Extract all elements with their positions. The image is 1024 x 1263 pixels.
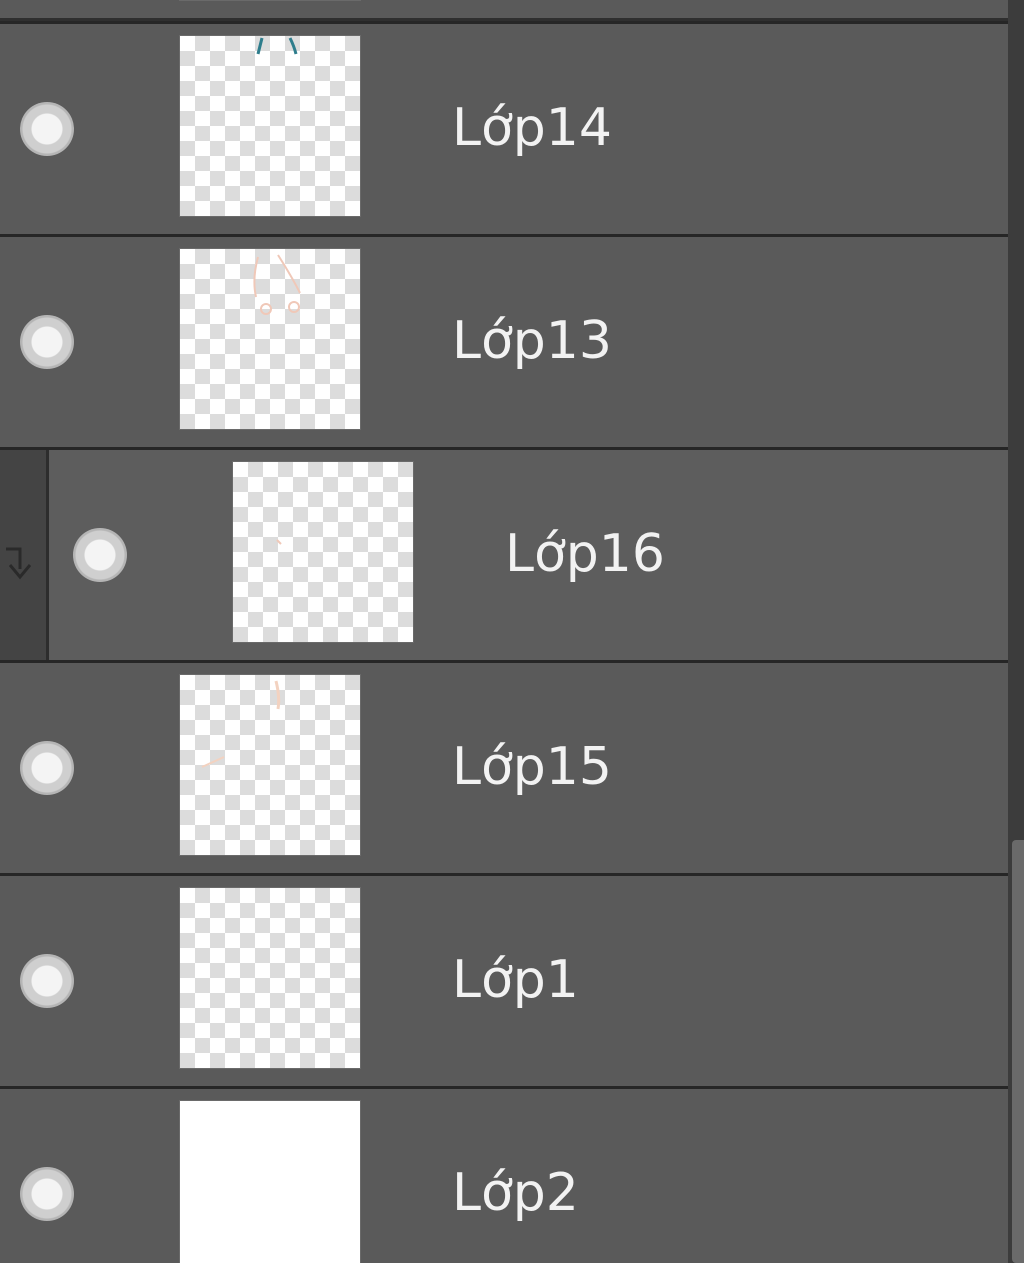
layer-row-16[interactable]: Lớp16	[0, 450, 1008, 660]
eye-icon[interactable]	[20, 1167, 74, 1221]
layer-thumbnail	[233, 462, 413, 642]
layer-name: Lớp1	[452, 950, 579, 1010]
thumbnail-sketch	[253, 254, 301, 315]
layer-row-1[interactable]: Lớp1	[0, 876, 1008, 1086]
layer-row-partial[interactable]	[0, 0, 1008, 18]
layer-thumbnail	[180, 1101, 360, 1263]
layer-row-15[interactable]: Lớp15	[0, 663, 1008, 873]
thumbnail-sketch	[201, 680, 281, 768]
eye-icon[interactable]	[73, 528, 127, 582]
layer-name: Lớp13	[452, 311, 612, 371]
layer-name: Lớp2	[452, 1163, 579, 1223]
layer-name: Lớp14	[452, 98, 612, 158]
layer-row-2[interactable]: Lớp2	[0, 1089, 1008, 1263]
eye-icon[interactable]	[20, 954, 74, 1008]
layer-list: Lớp14 Lớp13 Lớp16 Lớp15 Lớp1 Lớp2	[0, 0, 1008, 1263]
thumbnail-sketch	[256, 37, 298, 55]
layer-row-13[interactable]: Lớp13	[0, 237, 1008, 447]
eye-icon[interactable]	[20, 102, 74, 156]
layer-name: Lớp16	[505, 524, 665, 584]
eye-icon[interactable]	[20, 315, 74, 369]
eye-icon[interactable]	[20, 741, 74, 795]
clipping-arrow-icon	[6, 547, 32, 580]
layer-row-14[interactable]: Lớp14	[0, 24, 1008, 234]
scrollbar-thumb[interactable]	[1012, 840, 1024, 1263]
layer-thumbnail	[180, 675, 360, 855]
clipping-bar	[0, 450, 49, 660]
thumbnail-sketch	[276, 539, 282, 545]
layer-thumbnail	[180, 249, 360, 429]
layer-thumbnail	[180, 36, 360, 216]
layer-name: Lớp15	[452, 737, 612, 797]
layer-thumbnail	[180, 888, 360, 1068]
layers-panel: Lớp14 Lớp13 Lớp16 Lớp15 Lớp1 Lớp2	[0, 0, 1024, 1263]
